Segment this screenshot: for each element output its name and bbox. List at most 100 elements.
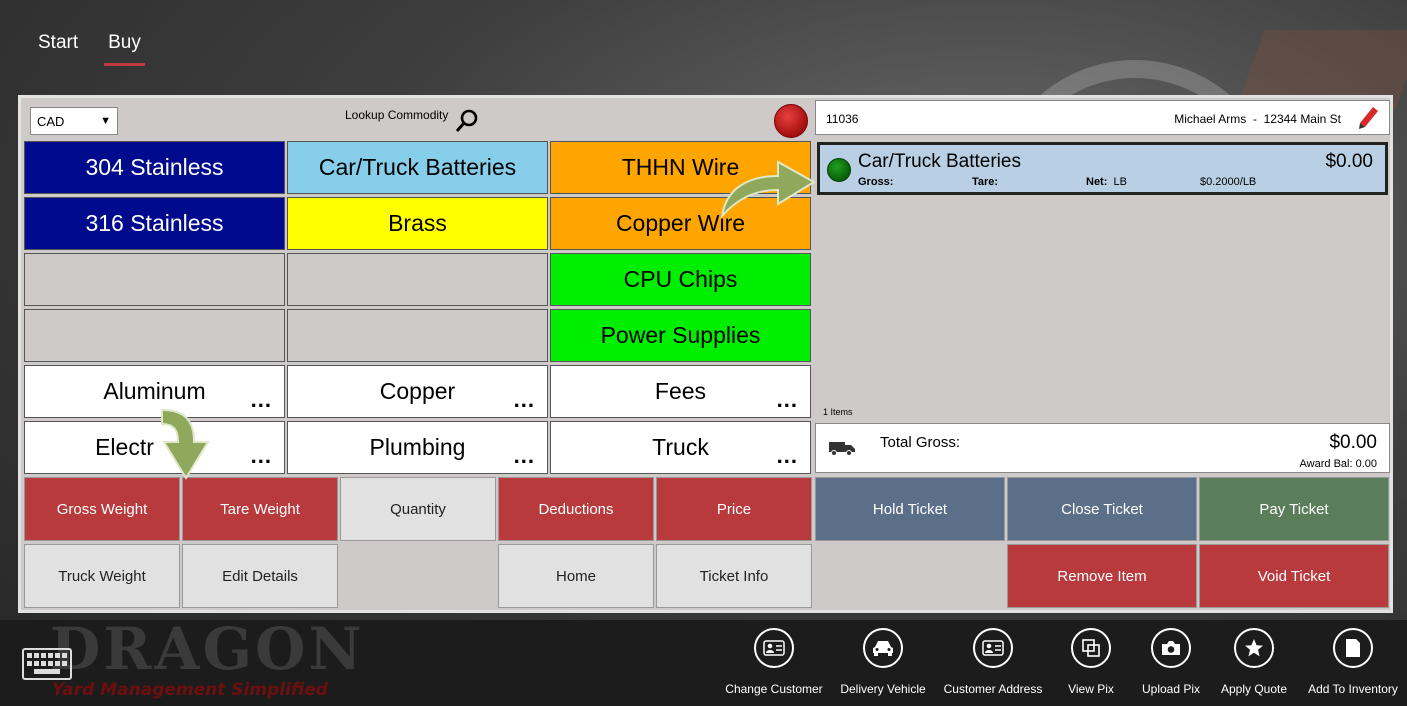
customer-separator: -: [1252, 112, 1257, 126]
commodity-cpu-chips[interactable]: CPU Chips: [550, 253, 811, 306]
award-balance: Award Bal: 0.00: [1299, 458, 1377, 470]
app-bar-commands: Change Customer Delivery Vehicle Custome…: [719, 628, 1407, 696]
customer-name: Michael Arms: [1174, 112, 1247, 126]
customer-address: 12344 Main St: [1263, 112, 1341, 126]
edit-details-button[interactable]: Edit Details: [182, 544, 338, 608]
commodity-304-stainless[interactable]: 304 Stainless: [24, 141, 285, 194]
group-label: Plumbing: [369, 434, 466, 460]
commodity-thhn-wire[interactable]: THHN Wire: [550, 141, 811, 194]
customer-bar[interactable]: 11036 Michael Arms - 12344 Main St: [815, 100, 1390, 135]
items-count: 1 Items: [823, 407, 853, 417]
commodity-brass[interactable]: Brass: [287, 197, 548, 250]
upload-pix-label: Upload Pix: [1141, 682, 1201, 696]
tare-label: Tare:: [972, 176, 999, 188]
view-pix-button[interactable]: View Pix: [1049, 628, 1133, 696]
change-customer-label: Change Customer: [725, 682, 823, 696]
total-gross-label: Total Gross:: [880, 434, 961, 451]
truck-icon: [829, 442, 855, 456]
delivery-vehicle-label: Delivery Vehicle: [840, 682, 926, 696]
star-icon: [1234, 628, 1274, 668]
lookup-commodity-button[interactable]: Lookup Commodity: [345, 108, 480, 134]
contact-card-icon: [754, 628, 794, 668]
pencil-icon[interactable]: [1357, 106, 1379, 130]
ticket-line-item[interactable]: Car/Truck Batteries $0.00 Gross: Tare: N…: [817, 142, 1388, 195]
group-electric[interactable]: Electr ...: [24, 421, 285, 474]
ticket-info-button[interactable]: Ticket Info: [656, 544, 812, 608]
commodity-empty-slot: [24, 309, 285, 362]
line-commodity: Car/Truck Batteries: [858, 151, 1021, 172]
gross-label: Gross:: [858, 176, 894, 188]
ticket-actions: Hold Ticket Close Ticket Pay Ticket Remo…: [815, 477, 1389, 608]
gross-weight-button[interactable]: Gross Weight: [24, 477, 180, 541]
customer-name-address: Michael Arms - 12344 Main St: [1174, 112, 1341, 126]
more-icon: ...: [776, 387, 798, 412]
contact-card-icon: [973, 628, 1013, 668]
line-tare: Tare:: [972, 176, 998, 188]
more-icon: ...: [250, 443, 272, 468]
commodity-power-supplies[interactable]: Power Supplies: [550, 309, 811, 362]
group-label: Copper: [379, 378, 456, 404]
delivery-vehicle-button[interactable]: Delivery Vehicle: [829, 628, 937, 696]
more-icon: ...: [513, 443, 535, 468]
void-ticket-button[interactable]: Void Ticket: [1199, 544, 1389, 608]
commodity-copper-wire[interactable]: Copper Wire: [550, 197, 811, 250]
truck-weight-button[interactable]: Truck Weight: [24, 544, 180, 608]
page-icon: [1333, 628, 1373, 668]
pay-ticket-button[interactable]: Pay Ticket: [1199, 477, 1389, 541]
view-pix-label: View Pix: [1068, 682, 1114, 696]
group-plumbing[interactable]: Plumbing ...: [287, 421, 548, 474]
top-nav: Start Buy: [38, 32, 145, 66]
group-label: Aluminum: [103, 378, 206, 404]
line-gross: Gross:: [858, 176, 893, 188]
item-actions: Gross Weight Tare Weight Quantity Deduct…: [24, 477, 812, 608]
net-label: Net:: [1086, 176, 1108, 188]
more-icon: ...: [776, 443, 798, 468]
group-truck[interactable]: Truck ...: [550, 421, 811, 474]
search-icon: [456, 109, 478, 132]
copy-icon: [1071, 628, 1111, 668]
upload-pix-button[interactable]: Upload Pix: [1133, 628, 1209, 696]
more-icon: ...: [250, 387, 272, 412]
price-button[interactable]: Price: [656, 477, 812, 541]
net-unit: LB: [1113, 176, 1127, 188]
customer-address-button[interactable]: Customer Address: [937, 628, 1049, 696]
line-amount: $0.00: [1325, 151, 1373, 172]
commodity-empty-slot: [287, 253, 548, 306]
line-status-indicator: [827, 158, 851, 182]
camera-icon: [1151, 628, 1191, 668]
group-fees[interactable]: Fees ...: [550, 365, 811, 418]
empty-slot: [815, 544, 1005, 608]
commodity-empty-slot: [24, 253, 285, 306]
commodity-316-stainless[interactable]: 316 Stainless: [24, 197, 285, 250]
tab-buy[interactable]: Buy: [104, 32, 145, 66]
close-ticket-button[interactable]: Close Ticket: [1007, 477, 1197, 541]
hold-ticket-button[interactable]: Hold Ticket: [815, 477, 1005, 541]
totals-box: Total Gross: $0.00 Award Bal: 0.00: [815, 423, 1390, 473]
deductions-button[interactable]: Deductions: [498, 477, 654, 541]
add-to-inventory-label: Add To Inventory: [1308, 682, 1398, 696]
brand-logo: DRAGON: [50, 615, 365, 683]
group-label: Fees: [654, 378, 707, 404]
currency-select[interactable]: CAD ▼: [30, 107, 118, 135]
keyboard-icon[interactable]: [22, 648, 72, 680]
remove-item-button[interactable]: Remove Item: [1007, 544, 1197, 608]
commodity-empty-slot: [287, 309, 548, 362]
quantity-button[interactable]: Quantity: [340, 477, 496, 541]
buy-panel: CAD ▼ Lookup Commodity 304 Stainless Car…: [18, 95, 1393, 613]
line-net: Net: LB: [1086, 176, 1127, 188]
car-icon: [863, 628, 903, 668]
add-to-inventory-button[interactable]: Add To Inventory: [1299, 628, 1407, 696]
tab-start[interactable]: Start: [38, 32, 78, 66]
commodity-car-truck-batteries[interactable]: Car/Truck Batteries: [287, 141, 548, 194]
line-rate: $0.2000/LB: [1200, 176, 1257, 188]
brand-tagline: Yard Management Simplified: [52, 680, 328, 700]
change-customer-button[interactable]: Change Customer: [719, 628, 829, 696]
group-copper[interactable]: Copper ...: [287, 365, 548, 418]
home-button[interactable]: Home: [498, 544, 654, 608]
group-aluminum[interactable]: Aluminum ...: [24, 365, 285, 418]
group-label: Truck: [652, 434, 709, 460]
apply-quote-button[interactable]: Apply Quote: [1209, 628, 1299, 696]
tare-weight-button[interactable]: Tare Weight: [182, 477, 338, 541]
empty-slot: [340, 544, 496, 608]
customer-address-label: Customer Address: [943, 682, 1043, 696]
